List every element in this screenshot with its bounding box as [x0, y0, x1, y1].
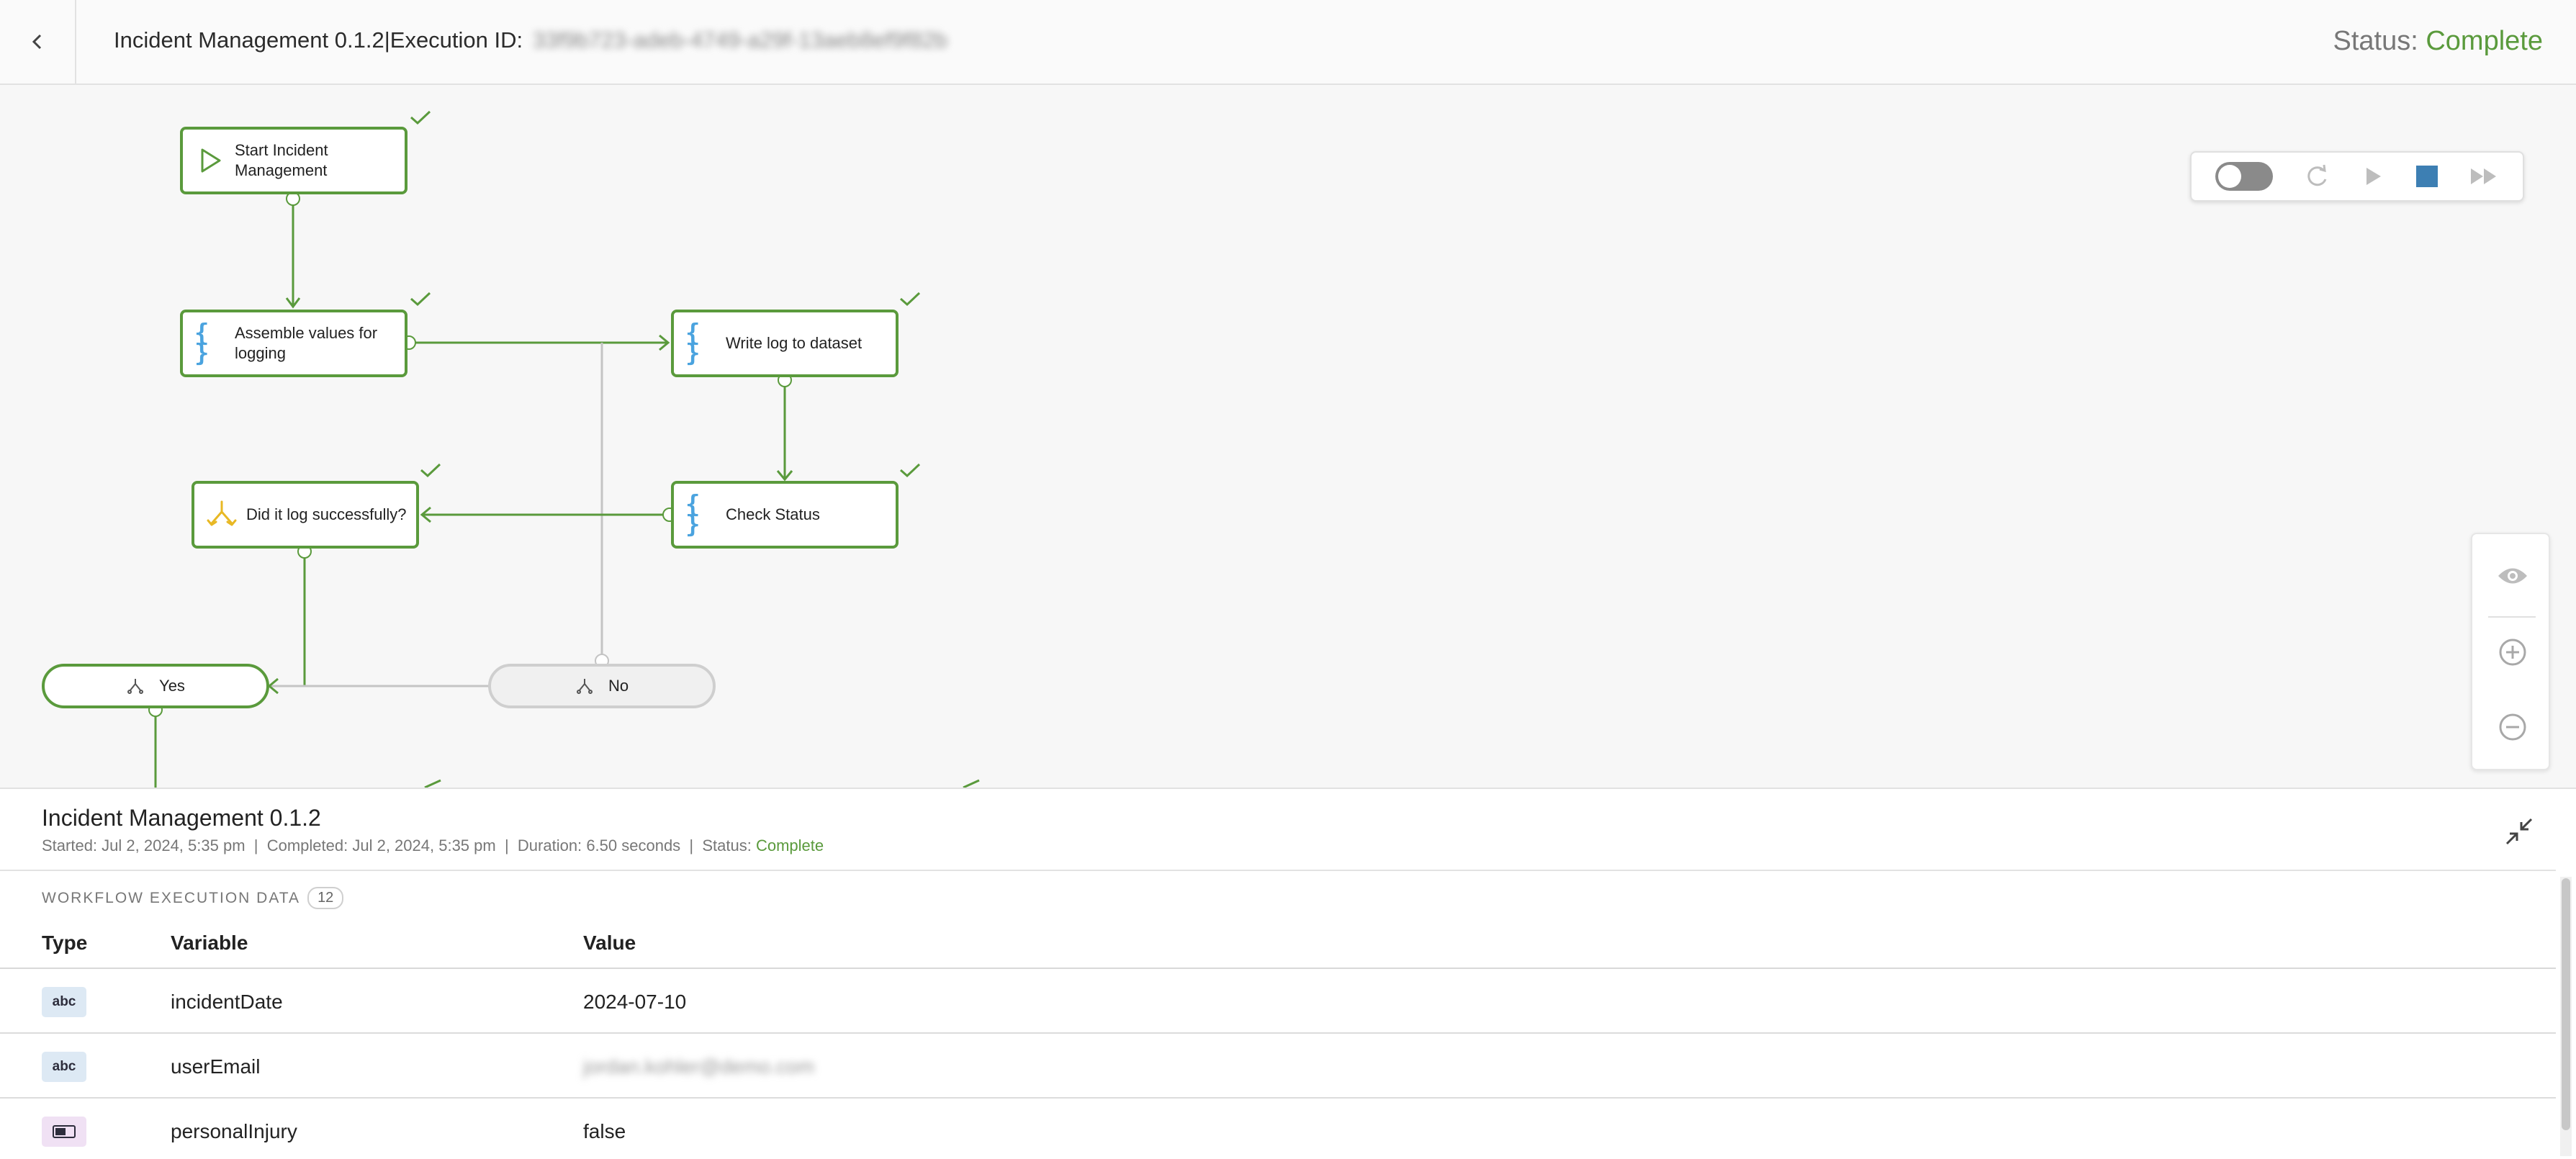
- checkmark-icon: [410, 292, 431, 307]
- node-check-status[interactable]: { } Check Status: [671, 481, 899, 549]
- string-type-icon: abc: [42, 1052, 86, 1082]
- node-label: Did it log successfully?: [246, 505, 407, 523]
- branch-icon: [576, 679, 593, 694]
- code-braces-icon: { }: [685, 490, 700, 539]
- table-row[interactable]: abc userEmail jordan.kohler@demo.com: [0, 1034, 2556, 1099]
- decision-split-icon: [206, 499, 238, 531]
- checkmark-icon: [900, 463, 921, 478]
- header-status: Status: Complete: [2333, 26, 2544, 57]
- play-icon[interactable]: [2361, 164, 2385, 189]
- meta-separator: |: [253, 836, 258, 854]
- preview-button[interactable]: [2497, 560, 2528, 592]
- zoom-in-button[interactable]: [2497, 636, 2528, 668]
- workflow-name: Incident Management 0.1.2: [114, 27, 384, 53]
- scrollbar-thumb[interactable]: [2562, 878, 2570, 1130]
- step-mode-toggle[interactable]: [2215, 162, 2273, 191]
- wire-decision-to-yes: [269, 553, 306, 687]
- column-header-value: Value: [583, 932, 636, 954]
- string-type-icon: abc: [42, 987, 86, 1017]
- section-header: WORKFLOW EXECUTION DATA 12: [42, 887, 344, 909]
- wire-stub-right: [963, 779, 980, 788]
- checkmark-icon: [410, 110, 431, 125]
- wire-stub-left: [424, 779, 441, 788]
- completed-label: Completed:: [266, 836, 348, 854]
- node-start-incident[interactable]: Start Incident Management: [180, 127, 407, 194]
- code-braces-icon: { }: [685, 319, 700, 368]
- node-label: Assemble values for logging: [235, 324, 378, 362]
- view-controls: [2471, 533, 2550, 770]
- node-label: Start Incident Management: [235, 141, 328, 179]
- variable-name: userEmail: [171, 1055, 261, 1078]
- branch-yes[interactable]: Yes: [42, 664, 269, 708]
- checkmark-icon: [900, 292, 921, 307]
- meta-separator: |: [504, 836, 509, 854]
- completed-value: Jul 2, 2024, 5:35 pm: [352, 836, 496, 854]
- zoom-in-icon: [2499, 639, 2526, 666]
- table-row[interactable]: personalInjury false: [0, 1099, 2556, 1159]
- branch-label: No: [608, 677, 629, 695]
- retry-icon[interactable]: [2302, 162, 2331, 191]
- code-braces-icon: { }: [194, 319, 209, 368]
- top-bar: Incident Management 0.1.2 | Execution ID…: [0, 0, 2576, 85]
- node-label: Check Status: [726, 505, 820, 523]
- meta-status-label: Status:: [702, 836, 752, 854]
- execution-id-label: Execution ID:: [389, 27, 523, 53]
- section-label: WORKFLOW EXECUTION DATA: [42, 889, 301, 906]
- node-decision[interactable]: Did it log successfully?: [192, 481, 419, 549]
- fast-forward-icon[interactable]: [2469, 164, 2499, 189]
- execution-meta: Started: Jul 2, 2024, 5:35 pm | Complete…: [42, 836, 824, 855]
- duration-label: Duration:: [517, 836, 582, 854]
- variable-value: jordan.kohler@demo.com: [583, 1055, 815, 1078]
- meta-separator: |: [689, 836, 694, 854]
- back-button[interactable]: [0, 0, 76, 84]
- execution-details-panel: Incident Management 0.1.2 Started: Jul 2…: [0, 788, 2576, 1159]
- branch-icon: [127, 679, 144, 694]
- variable-value: 2024-07-10: [583, 991, 687, 1013]
- title-separator: |: [384, 27, 390, 53]
- node-assemble-values[interactable]: { } Assemble values for logging: [180, 310, 407, 377]
- chevron-left-icon: [32, 34, 42, 50]
- execution-controls: [2190, 151, 2524, 202]
- stop-icon[interactable]: [2415, 164, 2439, 189]
- toggle-type-icon: [53, 1125, 76, 1138]
- execution-title: Incident Management 0.1.2 | Execution ID…: [114, 27, 947, 53]
- zoom-out-button[interactable]: [2497, 711, 2528, 743]
- duration-value: 6.50 seconds: [586, 836, 681, 854]
- variable-name: incidentDate: [171, 991, 283, 1013]
- branch-label: Yes: [159, 677, 185, 695]
- eye-icon: [2498, 568, 2527, 584]
- meta-status-value: Complete: [755, 836, 824, 854]
- column-header-type: Type: [42, 932, 88, 954]
- node-label: Write log to dataset: [726, 334, 863, 352]
- panel-divider: [0, 870, 2556, 871]
- collapse-icon[interactable]: [2504, 816, 2534, 847]
- panel-title: Incident Management 0.1.2: [42, 805, 321, 831]
- workflow-canvas[interactable]: Start Incident Management { } Assemble v…: [0, 85, 2576, 788]
- checkmark-icon: [420, 463, 441, 478]
- status-label: Status:: [2333, 26, 2418, 56]
- node-write-log[interactable]: { } Write log to dataset: [671, 310, 899, 377]
- play-outline-icon: [194, 145, 226, 176]
- variable-name: personalInjury: [171, 1120, 297, 1142]
- status-value: Complete: [2426, 26, 2543, 56]
- count-badge: 12: [307, 887, 344, 909]
- execution-id-value: 33f9b723-adeb-4749-a29f-13aeb8ef9f82b: [533, 27, 947, 53]
- zoom-divider: [2488, 616, 2536, 618]
- variable-value: false: [583, 1120, 626, 1142]
- table-row[interactable]: abc incidentDate 2024-07-10: [0, 969, 2556, 1034]
- boolean-type-icon: [42, 1117, 86, 1147]
- started-value: Jul 2, 2024, 5:35 pm: [102, 836, 246, 854]
- started-label: Started:: [42, 836, 98, 854]
- column-header-variable: Variable: [171, 932, 248, 954]
- zoom-out-icon: [2499, 713, 2526, 741]
- branch-no[interactable]: No: [488, 664, 716, 708]
